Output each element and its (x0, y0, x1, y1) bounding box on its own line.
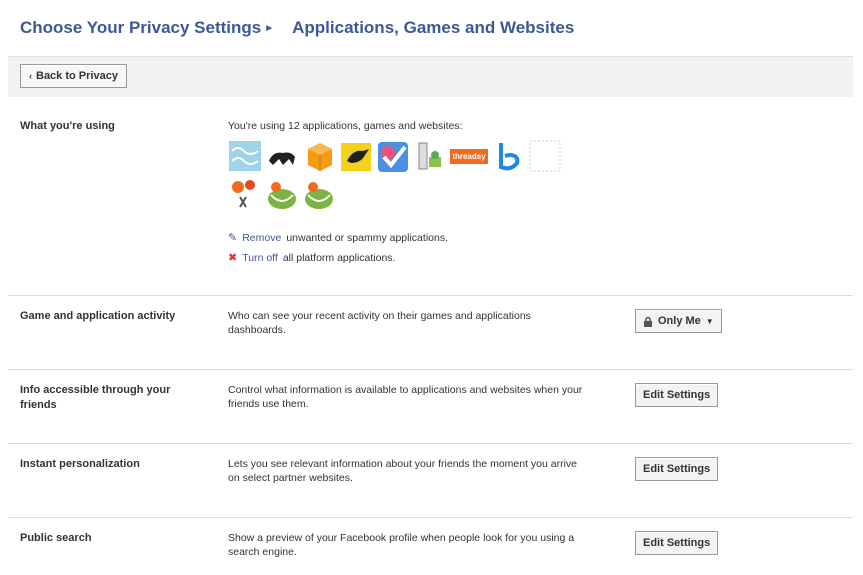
edit-settings-button[interactable]: Edit Settings (635, 531, 719, 555)
section-game-activity: Game and application activity Who can se… (8, 295, 853, 370)
turn-off-line: ✖ Turn off all platform applications. (228, 251, 396, 265)
audience-select-label: Only Me (658, 315, 701, 327)
anteater-app-icon[interactable] (265, 139, 299, 173)
cloud-app-icon[interactable] (228, 139, 262, 173)
section-desc: Lets you see relevant information about … (228, 458, 578, 484)
box-app-icon[interactable] (302, 139, 336, 173)
bird-app-icon[interactable] (339, 139, 373, 173)
section-public-search: Public search Show a preview of your Fac… (8, 517, 853, 574)
section-label: Info accessible through your friends (20, 384, 171, 411)
page-title[interactable]: Choose Your Privacy Settings (20, 18, 261, 38)
page-header: Choose Your Privacy Settings ► Applicati… (20, 14, 574, 42)
section-label: Public search (20, 532, 92, 544)
section-what-you-are-using: What you're using You're using 12 applic… (8, 97, 853, 296)
flowers-app-icon[interactable] (228, 177, 262, 211)
close-icon: ✖ (228, 252, 238, 264)
section-label: Instant personalization (20, 458, 140, 470)
blank-app-icon[interactable] (528, 139, 562, 173)
breadcrumb-arrow-icon: ► (264, 22, 275, 34)
pencil-icon: ✎ (228, 232, 238, 244)
lock-icon (644, 316, 652, 327)
audience-select-button[interactable]: Only Me ▼ (635, 309, 722, 333)
threadsy-label: threadsy (450, 148, 488, 164)
page-subtitle: Applications, Games and Websites (292, 18, 575, 37)
frog-app-icon[interactable] (265, 177, 299, 211)
remove-apps-line: ✎ Remove unwanted or spammy applications… (228, 231, 448, 245)
section-desc: You're using 12 applications, games and … (228, 120, 463, 132)
back-button-label: Back to Privacy (36, 70, 118, 82)
remove-link[interactable]: Remove (242, 232, 281, 244)
section-label: What you're using (20, 120, 115, 132)
bing-app-icon[interactable] (491, 139, 525, 173)
app-icon-grid: threadsy (228, 137, 588, 213)
pencil-app-icon[interactable] (413, 139, 447, 173)
toolbar: ‹ Back to Privacy (8, 56, 853, 97)
section-desc: Control what information is available to… (228, 384, 583, 410)
turn-off-link[interactable]: Turn off (242, 252, 278, 264)
remove-link-text: unwanted or spammy applications. (286, 231, 448, 244)
section-info-through-friends: Info accessible through your friends Con… (8, 369, 853, 444)
section-instant-personalization: Instant personalization Lets you see rel… (8, 443, 853, 518)
edit-settings-button[interactable]: Edit Settings (635, 383, 719, 407)
checkmark-app-icon[interactable] (376, 139, 410, 173)
turn-off-link-text: all platform applications. (282, 251, 396, 264)
back-to-privacy-button[interactable]: ‹ Back to Privacy (20, 64, 127, 88)
threadsy-app-icon[interactable]: threadsy (450, 139, 488, 173)
frog-app-icon[interactable] (302, 177, 336, 211)
section-label: Game and application activity (20, 310, 176, 322)
chevron-down-icon: ▼ (705, 316, 714, 326)
section-desc: Who can see your recent activity on thei… (228, 310, 531, 336)
chevron-left-icon: ‹ (29, 71, 32, 81)
edit-settings-button[interactable]: Edit Settings (635, 457, 719, 481)
section-desc: Show a preview of your Facebook profile … (228, 532, 575, 558)
